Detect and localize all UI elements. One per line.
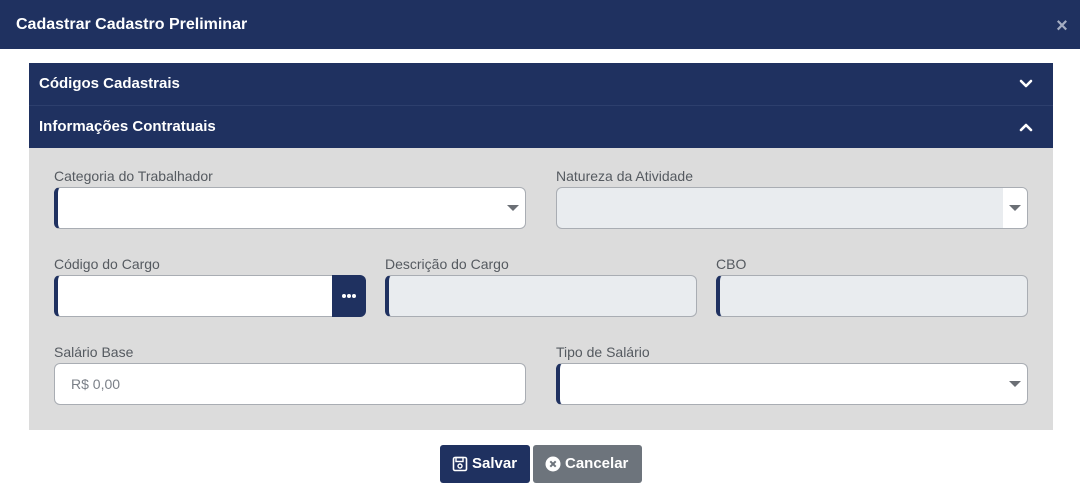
tipo-salario-select[interactable]	[556, 363, 1028, 405]
dropdown-arrow-icon	[1009, 381, 1021, 387]
cbo-label: CBO	[716, 256, 747, 272]
accordion-body-informacoes-contratuais: Categoria do Trabalhador Natureza da Ati…	[29, 148, 1053, 430]
modal-dialog: Cadastrar Cadastro Preliminar × Códigos …	[0, 0, 1080, 497]
categoria-label: Categoria do Trabalhador	[54, 168, 213, 184]
chevron-up-icon	[1019, 123, 1033, 132]
salario-base-input[interactable]: R$ 0,00	[54, 363, 526, 405]
cancel-button[interactable]: Cancelar	[533, 445, 642, 483]
ellipsis-icon[interactable]	[332, 275, 366, 317]
close-icon[interactable]: ×	[1052, 14, 1072, 38]
accordion-header-codigos-cadastrais[interactable]: Códigos Cadastrais	[29, 63, 1053, 105]
accordion-header-informacoes-contratuais[interactable]: Informações Contratuais	[29, 105, 1053, 148]
natureza-label: Natureza da Atividade	[556, 168, 693, 184]
codigo-cargo-input[interactable]	[54, 275, 334, 317]
salario-base-placeholder: R$ 0,00	[71, 376, 121, 392]
tipo-salario-label: Tipo de Salário	[556, 344, 650, 360]
codigo-cargo-label: Código do Cargo	[54, 256, 160, 272]
floppy-disk-icon	[452, 456, 468, 472]
categoria-select[interactable]	[54, 187, 526, 229]
chevron-down-icon	[1019, 79, 1033, 88]
dropdown-arrow-icon	[1009, 205, 1021, 211]
cbo-input[interactable]	[716, 275, 1028, 317]
accordion-title: Códigos Cadastrais	[39, 75, 180, 92]
dropdown-arrow-icon	[507, 205, 519, 211]
save-button-label: Salvar	[472, 455, 518, 472]
accordion-title: Informações Contratuais	[39, 118, 216, 135]
natureza-select[interactable]	[556, 187, 1028, 229]
cancel-button-label: Cancelar	[565, 455, 629, 472]
descricao-cargo-input[interactable]	[385, 275, 697, 317]
salario-base-label: Salário Base	[54, 344, 134, 360]
modal-title: Cadastrar Cadastro Preliminar	[16, 16, 248, 33]
save-button[interactable]: Salvar	[440, 445, 530, 483]
times-circle-icon	[545, 456, 561, 472]
descricao-cargo-label: Descrição do Cargo	[385, 256, 509, 272]
modal-header: Cadastrar Cadastro Preliminar ×	[0, 0, 1080, 49]
accordion: Códigos Cadastrais Informações Contratua…	[29, 63, 1053, 430]
